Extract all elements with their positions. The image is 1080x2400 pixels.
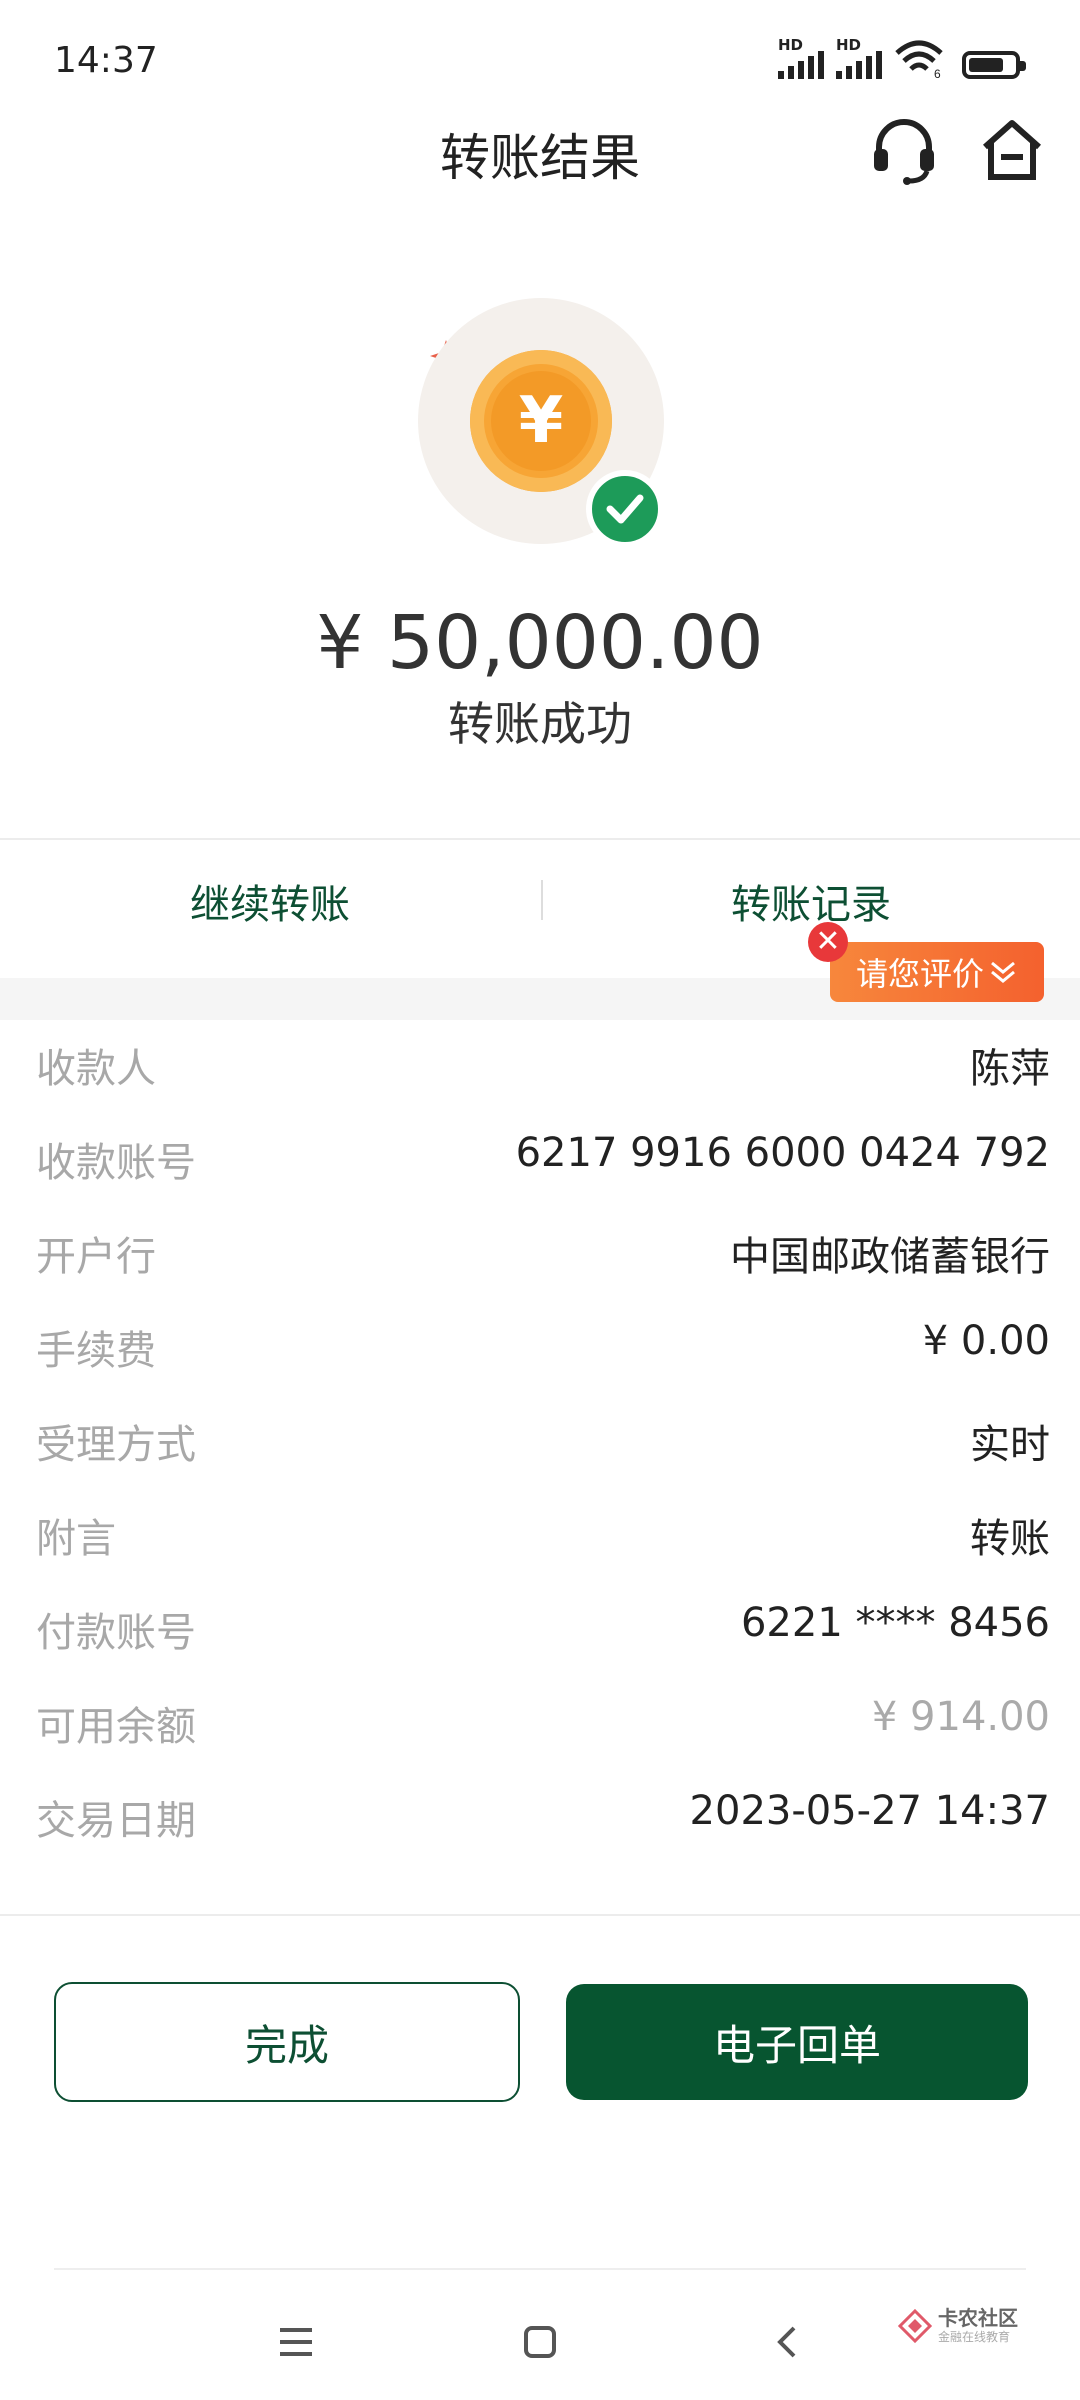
checkmark-icon bbox=[586, 470, 664, 548]
detail-value: 陈萍 bbox=[970, 1046, 1050, 1092]
home-icon bbox=[983, 120, 1041, 180]
watermark: 卡农社区 金融在线教育 bbox=[898, 2308, 1018, 2343]
detail-value: 2023-05-27 14:37 bbox=[689, 1788, 1050, 1834]
detail-label: 交易日期 bbox=[36, 1798, 196, 1844]
watermark-sub: 金融在线教育 bbox=[938, 2330, 1011, 2344]
detail-row-date: 交易日期 2023-05-27 14:37 bbox=[36, 1788, 1050, 1848]
detail-row-memo: 附言 转账 bbox=[36, 1506, 1050, 1566]
detail-value: 6217 9916 6000 0424 792 bbox=[515, 1130, 1050, 1176]
signal-icon-1: HD bbox=[778, 38, 824, 79]
battery-icon bbox=[962, 51, 1026, 79]
detail-value: ¥ 0.00 bbox=[922, 1318, 1050, 1364]
signal-icon-2: HD bbox=[836, 38, 882, 79]
square-icon bbox=[524, 2326, 556, 2358]
back-icon bbox=[777, 2326, 796, 2358]
detail-label: 收款人 bbox=[36, 1046, 156, 1092]
watermark-logo-icon bbox=[898, 2308, 932, 2343]
coin-icon: ¥ bbox=[470, 350, 612, 492]
hd-label: HD bbox=[778, 36, 804, 54]
divider bbox=[541, 880, 543, 920]
chevron-down-icon bbox=[991, 961, 1015, 983]
detail-value: 转账 bbox=[970, 1516, 1050, 1562]
divider bbox=[0, 838, 1080, 840]
status-time: 14:37 bbox=[54, 40, 158, 81]
detail-value: 中国邮政储蓄银行 bbox=[730, 1234, 1050, 1280]
detail-row-method: 受理方式 实时 bbox=[36, 1412, 1050, 1472]
detail-label: 手续费 bbox=[36, 1328, 156, 1374]
detail-value: 实时 bbox=[970, 1422, 1050, 1468]
detail-value: ¥ 914.00 bbox=[871, 1694, 1050, 1740]
coin-symbol: ¥ bbox=[491, 371, 591, 471]
detail-label: 附言 bbox=[36, 1516, 116, 1562]
hd-label: HD bbox=[836, 36, 862, 54]
divider bbox=[0, 1914, 1080, 1916]
rate-label: 请您评价 bbox=[855, 955, 984, 993]
menu-icon bbox=[280, 2328, 312, 2356]
detail-row-payee-account: 收款账号 6217 9916 6000 0424 792 bbox=[36, 1130, 1050, 1190]
detail-label: 付款账号 bbox=[36, 1610, 196, 1656]
detail-row-fee: 手续费 ¥ 0.00 bbox=[36, 1318, 1050, 1378]
headset-icon bbox=[874, 119, 934, 185]
divider bbox=[54, 2268, 1026, 2270]
detail-label: 收款账号 bbox=[36, 1140, 196, 1186]
rate-us-button[interactable]: 请您评价 bbox=[830, 942, 1044, 1002]
continue-transfer-link[interactable]: 继续转账 bbox=[190, 872, 350, 930]
e-receipt-button[interactable]: 电子回单 bbox=[566, 1984, 1028, 2100]
menu-button[interactable] bbox=[266, 2312, 326, 2372]
transfer-status: 转账成功 bbox=[448, 697, 632, 751]
detail-value: 6221 **** 8456 bbox=[740, 1600, 1050, 1646]
detail-row-payer-account: 付款账号 6221 **** 8456 bbox=[36, 1600, 1050, 1660]
detail-label: 可用余额 bbox=[36, 1704, 196, 1750]
wifi-icon: 6 bbox=[895, 40, 943, 79]
transfer-amount: ¥ 50,000.00 bbox=[316, 600, 764, 686]
status-icons: HD HD 6 bbox=[778, 38, 1026, 79]
detail-row-balance: 可用余额 ¥ 914.00 bbox=[36, 1694, 1050, 1754]
home-nav-button[interactable] bbox=[510, 2312, 570, 2372]
detail-row-payee: 收款人 陈萍 bbox=[36, 1036, 1050, 1096]
home-button[interactable] bbox=[972, 110, 1052, 190]
transfer-records-link[interactable]: 转账记录 bbox=[731, 872, 891, 930]
detail-label: 开户行 bbox=[36, 1234, 156, 1280]
watermark-name: 卡农社区 bbox=[938, 2306, 1018, 2330]
close-icon[interactable]: ✕ bbox=[808, 922, 848, 962]
done-button[interactable]: 完成 bbox=[54, 1982, 520, 2102]
back-button[interactable] bbox=[758, 2312, 818, 2372]
detail-row-bank: 开户行 中国邮政储蓄银行 bbox=[36, 1224, 1050, 1284]
svg-text:6: 6 bbox=[934, 67, 941, 79]
customer-service-button[interactable] bbox=[864, 110, 944, 190]
detail-label: 受理方式 bbox=[36, 1422, 196, 1468]
